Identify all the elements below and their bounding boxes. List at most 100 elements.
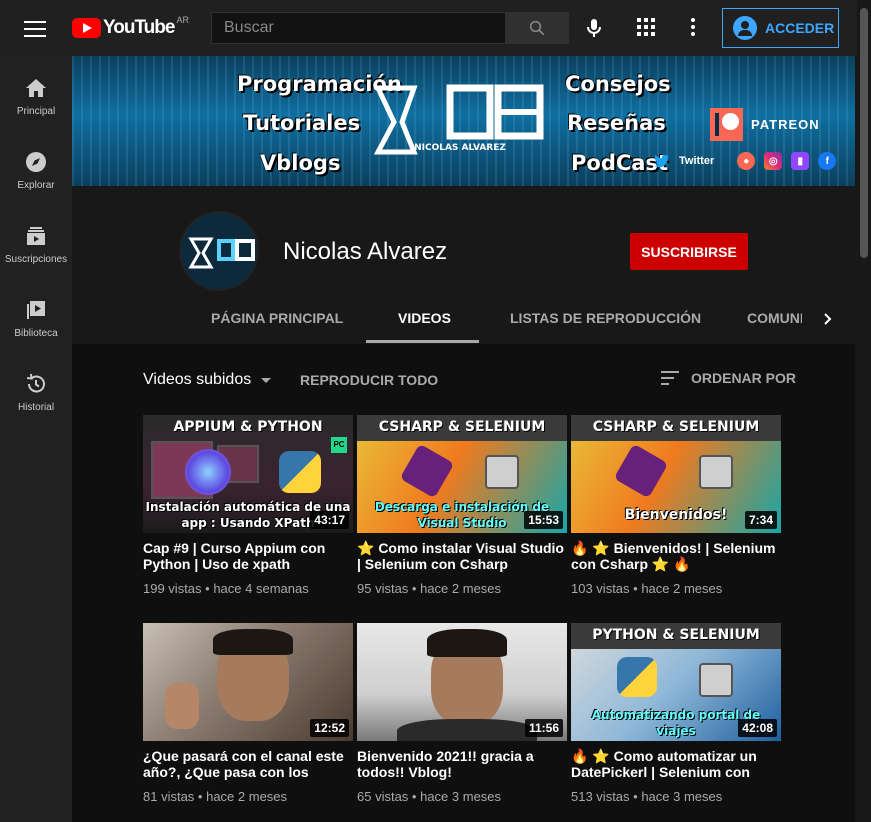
sidebar-item-label: Historial — [17, 402, 55, 413]
user-circle-icon — [733, 16, 757, 40]
banner-text: Vblogs — [260, 151, 341, 175]
search-box — [211, 12, 505, 44]
thumbnail-title: CSHARP & SELENIUM — [592, 419, 760, 435]
view-count: 103 vistas — [571, 581, 630, 596]
view-count: 513 vistas — [571, 789, 630, 804]
caret-down-icon — [261, 377, 272, 383]
microphone-button[interactable] — [582, 16, 606, 40]
facebook-icon: f — [818, 152, 837, 170]
banner-text: Reseñas — [567, 111, 666, 135]
video-thumbnail[interactable]: 11:56 — [357, 623, 567, 741]
video-title[interactable]: 🔥 ⭐ Bienvenidos! | Selenium con Csharp ⭐… — [571, 540, 781, 572]
sidebar-item-label: Explorar — [17, 180, 55, 191]
banner-logo: NICOLAS ALVAREZ — [373, 82, 546, 156]
uploads-label: Videos subidos — [143, 371, 252, 388]
menu-icon[interactable] — [24, 18, 46, 38]
upload-age: hace 3 meses — [641, 789, 723, 804]
video-title[interactable]: ¿Que pasará con el canal este año?, ¿Que… — [143, 748, 353, 780]
home-icon — [24, 76, 48, 100]
signin-label: ACCEDER — [765, 20, 835, 36]
tab-videos[interactable]: VIDEOS — [398, 310, 451, 326]
video-card[interactable]: CSHARP & SELENIUM Descarga e instalación… — [357, 415, 567, 596]
sidebar-item-historial[interactable]: Historial — [0, 352, 72, 426]
sort-icon — [661, 371, 679, 385]
video-card[interactable]: 11:56 Bienvenido 2021!! gracia a todos!!… — [357, 623, 567, 804]
upload-age: hace 4 semanas — [213, 581, 309, 596]
tab-listas[interactable]: LISTAS DE REPRODUCCIÓN — [510, 310, 701, 326]
video-duration: 43:17 — [310, 511, 349, 529]
logo-text: YouTube — [103, 17, 175, 38]
channel-tabs: PÁGINA PRINCIPAL VIDEOS LISTAS DE REPROD… — [72, 300, 855, 344]
uploads-dropdown[interactable]: Videos subidos — [143, 371, 272, 389]
sidebar-item-label: Suscripciones — [4, 254, 68, 265]
scrollbar[interactable] — [857, 0, 871, 822]
more-options-icon[interactable] — [691, 18, 695, 36]
banner-logo-caption: NICOLAS ALVAREZ — [414, 143, 506, 153]
tab-pagina-principal[interactable]: PÁGINA PRINCIPAL — [211, 310, 343, 326]
sidebar-item-suscripciones[interactable]: Suscripciones — [0, 204, 72, 278]
active-tab-indicator — [366, 340, 479, 343]
patreon-logo-icon — [710, 108, 743, 141]
library-icon — [24, 298, 48, 322]
video-thumbnail[interactable]: PC APPIUM & PYTHON Instalación automátic… — [143, 415, 353, 533]
view-count: 65 vistas — [357, 789, 409, 804]
twitch-icon: ▮ — [791, 152, 810, 170]
upload-age: hace 3 meses — [420, 789, 502, 804]
chevron-right-icon[interactable] — [822, 313, 834, 325]
sidebar-item-biblioteca[interactable]: Biblioteca — [0, 278, 72, 352]
channel-avatar[interactable] — [179, 211, 259, 291]
scrollbar-thumb[interactable] — [860, 8, 868, 258]
video-title[interactable]: ⭐ Como instalar Visual Studio | Selenium… — [357, 540, 567, 572]
sidebar-item-label: Principal — [16, 106, 56, 117]
video-duration: 11:56 — [524, 719, 563, 737]
video-card[interactable]: PC APPIUM & PYTHON Instalación automátic… — [143, 415, 353, 596]
video-thumbnail[interactable]: CSHARP & SELENIUM Descarga e instalación… — [357, 415, 567, 533]
compass-icon — [24, 150, 48, 174]
banner-text: Consejos — [565, 72, 671, 96]
video-thumbnail[interactable]: 12:52 — [143, 623, 353, 741]
sidebar: Principal Explorar Suscripciones Bibliot… — [0, 56, 72, 822]
upload-age: hace 2 meses — [420, 581, 502, 596]
view-count: 81 vistas — [143, 789, 195, 804]
subscribe-button[interactable]: SUSCRIBIRSE — [630, 233, 748, 270]
upload-age: hace 2 meses — [206, 789, 288, 804]
thumbnail-title: PYTHON & SELENIUM — [592, 627, 760, 643]
sidebar-item-explorar[interactable]: Explorar — [0, 130, 72, 204]
youtube-logo[interactable]: YouTube AR — [72, 15, 189, 39]
search-input[interactable] — [212, 13, 505, 43]
play-all-button[interactable]: REPRODUCIR TODO — [300, 372, 438, 388]
banner-text: Tutoriales — [243, 111, 361, 135]
instagram-icon: ◎ — [764, 152, 783, 170]
video-card[interactable]: PYTHON & SELENIUM Automatizando portal d… — [571, 623, 781, 804]
search-icon — [529, 20, 545, 36]
signin-button[interactable]: ACCEDER — [722, 8, 839, 48]
channel-name: Nicolas Alvarez — [283, 238, 448, 265]
video-card[interactable]: 12:52 ¿Que pasará con el canal este año?… — [143, 623, 353, 804]
video-title[interactable]: 🔥 ⭐ Como automatizar un DatePickerl | Se… — [571, 748, 781, 780]
history-icon — [24, 372, 48, 396]
twitter-bird-icon — [654, 154, 669, 168]
apps-grid-icon[interactable] — [637, 18, 655, 36]
video-meta: 199 vistas • hace 4 semanas — [143, 581, 309, 596]
search-button[interactable] — [505, 12, 569, 44]
top-bar: YouTube AR ACCEDER — [0, 0, 871, 56]
twitter-label: Twitter — [679, 155, 715, 167]
video-duration: 15:53 — [524, 511, 563, 529]
video-title[interactable]: Bienvenido 2021!! gracia a todos!! Vblog… — [357, 748, 567, 780]
video-thumbnail[interactable]: CSHARP & SELENIUM Bienvenidos! 7:34 — [571, 415, 781, 533]
video-title[interactable]: Cap #9 | Curso Appium con Python | Uso d… — [143, 540, 353, 572]
video-thumbnail[interactable]: PYTHON & SELENIUM Automatizando portal d… — [571, 623, 781, 741]
video-meta: 513 vistas • hace 3 meses — [571, 789, 723, 804]
microphone-icon — [587, 19, 601, 37]
sidebar-item-principal[interactable]: Principal — [0, 56, 72, 130]
video-card[interactable]: CSHARP & SELENIUM Bienvenidos! 7:34 🔥 ⭐ … — [571, 415, 781, 596]
video-duration: 42:08 — [738, 719, 777, 737]
sort-by-button[interactable]: ORDENAR POR — [661, 370, 796, 386]
video-duration: 12:52 — [310, 719, 349, 737]
tab-comunidad[interactable]: COMUNIDAD — [747, 310, 802, 326]
patreon-label: PATREON — [751, 117, 820, 132]
video-meta: 103 vistas • hace 2 meses — [571, 581, 723, 596]
patreon-icon: ● — [737, 152, 756, 170]
channel-banner: Programación Tutoriales Vblogs NICOLAS A… — [72, 56, 855, 186]
banner-social-links: Twitter ● ◎ ▮ f — [654, 152, 837, 170]
